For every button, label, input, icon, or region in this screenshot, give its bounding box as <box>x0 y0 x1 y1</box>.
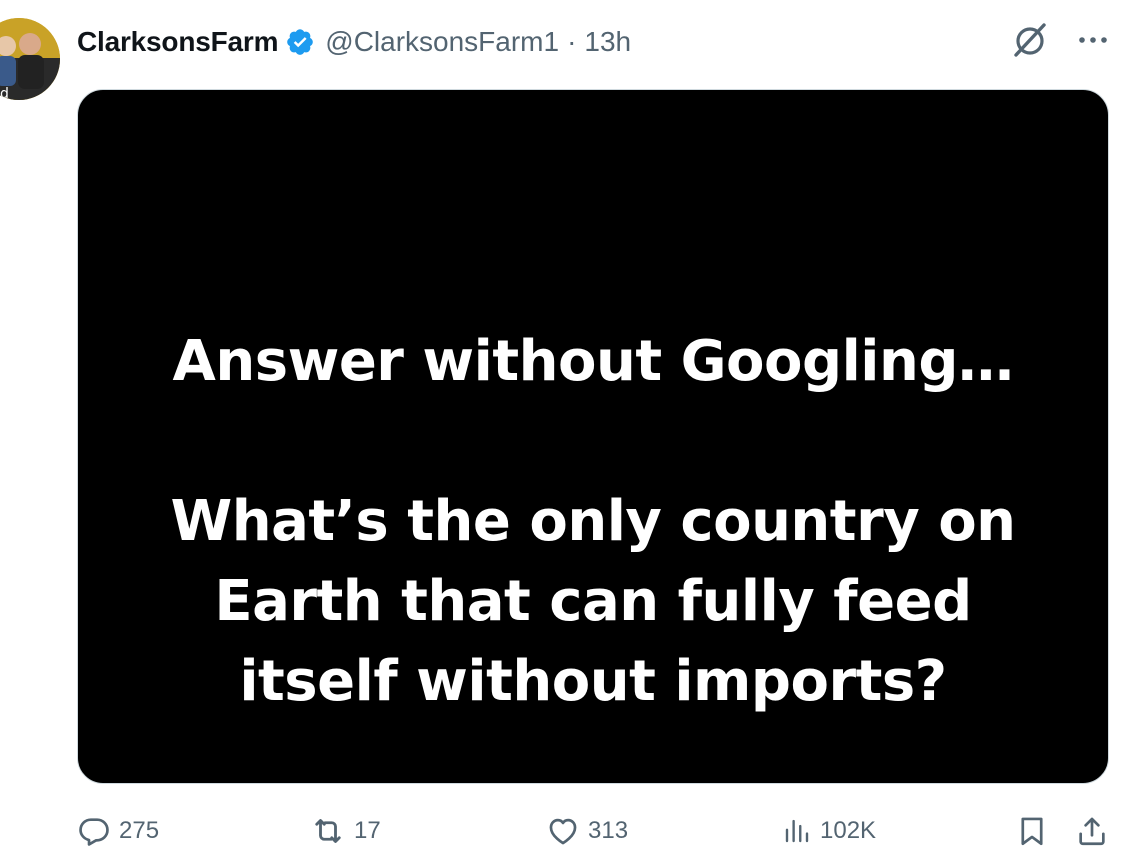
media-question-line-1: What’s the only country on <box>170 489 1016 554</box>
tweet-actions: 275 17 313 102K <box>77 808 1110 854</box>
verified-badge-icon[interactable] <box>285 27 315 57</box>
media-headline: Answer without Googling… <box>172 329 1014 394</box>
media-question: What’s the only country on Earth that ca… <box>78 482 1108 722</box>
avatar-image: d <box>0 18 60 100</box>
tweet-media-image[interactable]: Answer without Googling… What’s the only… <box>77 89 1109 784</box>
tweet[interactable]: d ClarksonsFarm @ClarksonsFarm1 · 13h An… <box>0 0 1122 868</box>
repost-count: 17 <box>354 817 381 844</box>
timestamp[interactable]: 13h <box>584 26 631 58</box>
like-count: 313 <box>588 817 629 844</box>
reply-icon <box>77 814 111 848</box>
separator-dot: · <box>567 26 577 57</box>
more-icon[interactable] <box>1076 23 1110 62</box>
svg-text:d: d <box>0 86 9 100</box>
reply-count: 275 <box>119 817 160 844</box>
media-question-line-2: Earth that can fully feed <box>214 569 972 634</box>
repost-icon <box>310 813 346 849</box>
like-button[interactable]: 313 <box>546 808 628 854</box>
views-button[interactable]: 102K <box>782 808 876 854</box>
grok-icon[interactable] <box>1010 20 1050 65</box>
handle[interactable]: @ClarksonsFarm1 <box>325 26 559 58</box>
bookmark-icon <box>1015 814 1049 848</box>
share-icon <box>1075 814 1109 848</box>
bookmark-button[interactable] <box>1015 808 1049 854</box>
tweet-header: ClarksonsFarm @ClarksonsFarm1 · 13h <box>77 22 631 62</box>
reply-button[interactable]: 275 <box>77 808 159 854</box>
avatar[interactable]: d <box>0 18 60 100</box>
media-question-line-3: itself without imports? <box>239 649 947 714</box>
header-actions <box>1010 22 1110 62</box>
analytics-icon <box>782 814 812 848</box>
repost-button[interactable]: 17 <box>310 808 381 854</box>
share-button[interactable] <box>1075 808 1109 854</box>
heart-icon <box>546 814 580 848</box>
display-name[interactable]: ClarksonsFarm <box>77 26 278 58</box>
views-count: 102K <box>820 817 877 844</box>
